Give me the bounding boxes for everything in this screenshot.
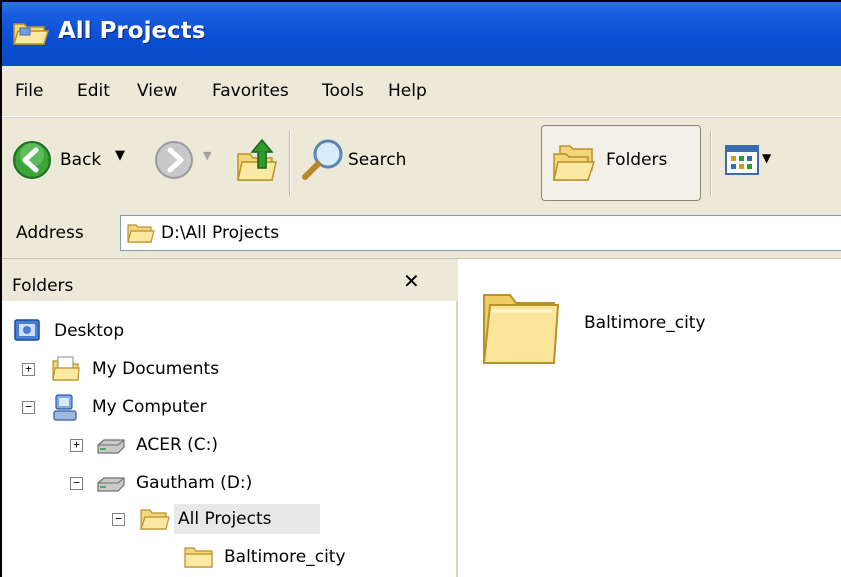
collapse-icon[interactable]: − bbox=[22, 401, 35, 414]
drive-icon bbox=[96, 436, 126, 466]
tree-item-my-computer[interactable]: − My Computer bbox=[12, 392, 312, 422]
address-field[interactable]: D:\All Projects bbox=[120, 215, 841, 251]
back-button[interactable]: Back bbox=[60, 150, 101, 170]
menu-favorites[interactable]: Favorites bbox=[212, 81, 289, 101]
menu-edit[interactable]: Edit bbox=[77, 81, 110, 101]
tree-item-all-projects[interactable]: − All Projects bbox=[12, 504, 322, 534]
menu-view[interactable]: View bbox=[137, 81, 177, 101]
tree-item-label: My Computer bbox=[92, 397, 207, 417]
collapse-icon[interactable]: − bbox=[70, 477, 83, 490]
up-folder-icon[interactable] bbox=[234, 136, 280, 189]
tree-item-baltimore-city[interactable]: Baltimore_city bbox=[12, 542, 352, 572]
views-icon[interactable] bbox=[725, 145, 759, 180]
folders-pane: Folders ✕ Desktop + My Documents − My Co… bbox=[2, 259, 458, 577]
menu-file[interactable]: File bbox=[15, 81, 43, 101]
tree-item-label: Gautham (D:) bbox=[136, 473, 253, 493]
folder-open-icon bbox=[140, 507, 170, 541]
tree-item-label: My Documents bbox=[92, 359, 220, 379]
tree-item-gautham-d[interactable]: − Gautham (D:) bbox=[12, 468, 312, 498]
folder-icon bbox=[184, 545, 214, 577]
content-pane: Baltimore_city bbox=[460, 259, 841, 577]
address-folder-icon bbox=[127, 222, 155, 249]
content-item-label: Baltimore_city bbox=[584, 313, 706, 333]
drive-icon bbox=[96, 474, 126, 504]
views-dropdown-icon[interactable]: ▼ bbox=[762, 151, 771, 165]
tree-item-label: All Projects bbox=[178, 509, 272, 529]
menu-bar: File Edit View Favorites Tools Help bbox=[2, 66, 841, 117]
window-folder-icon bbox=[12, 18, 50, 53]
content-item-baltimore-city[interactable]: Baltimore_city bbox=[480, 285, 780, 375]
tree-item-acer-c[interactable]: + ACER (C:) bbox=[12, 430, 312, 460]
tree-item-label: ACER (C:) bbox=[136, 435, 219, 455]
menu-help[interactable]: Help bbox=[388, 81, 427, 101]
close-pane-icon[interactable]: ✕ bbox=[403, 269, 420, 293]
my-documents-icon bbox=[52, 356, 80, 392]
back-dropdown-icon[interactable]: ▼ bbox=[115, 148, 125, 163]
menu-tools[interactable]: Tools bbox=[322, 81, 364, 101]
forward-icon[interactable] bbox=[154, 140, 194, 185]
folders-button[interactable]: Folders bbox=[541, 125, 701, 201]
my-computer-icon bbox=[52, 394, 80, 432]
folders-pane-header: Folders ✕ bbox=[2, 259, 458, 301]
search-button[interactable]: Search bbox=[348, 150, 406, 170]
folders-icon bbox=[550, 140, 600, 189]
address-bar: Address D:\All Projects bbox=[2, 208, 841, 259]
tree-item-label: Baltimore_city bbox=[224, 547, 346, 567]
address-value: D:\All Projects bbox=[161, 223, 280, 243]
back-icon[interactable] bbox=[12, 140, 52, 185]
expand-icon[interactable]: + bbox=[22, 363, 35, 376]
forward-dropdown-icon[interactable]: ▼ bbox=[203, 149, 211, 162]
address-label: Address bbox=[16, 223, 84, 243]
toolbar-separator bbox=[710, 130, 712, 196]
desktop-icon bbox=[14, 319, 40, 353]
large-folder-icon bbox=[480, 285, 560, 372]
title-bar[interactable]: All Projects bbox=[2, 2, 841, 66]
standard-toolbar: Back ▼ ▼ Search Folders ▼ bbox=[2, 117, 841, 209]
toolbar-separator bbox=[289, 130, 291, 196]
collapse-icon[interactable]: − bbox=[112, 513, 125, 526]
tree-item-label: Desktop bbox=[54, 321, 125, 341]
explorer-window: All Projects File Edit View Favorites To… bbox=[0, 0, 841, 577]
search-icon[interactable] bbox=[299, 136, 347, 189]
expand-icon[interactable]: + bbox=[70, 439, 83, 452]
folders-pane-title: Folders bbox=[12, 276, 74, 296]
tree-item-desktop[interactable]: Desktop bbox=[12, 316, 312, 346]
tree-item-my-documents[interactable]: + My Documents bbox=[12, 354, 312, 384]
window-title: All Projects bbox=[58, 18, 206, 44]
folders-button-label: Folders bbox=[606, 150, 668, 170]
